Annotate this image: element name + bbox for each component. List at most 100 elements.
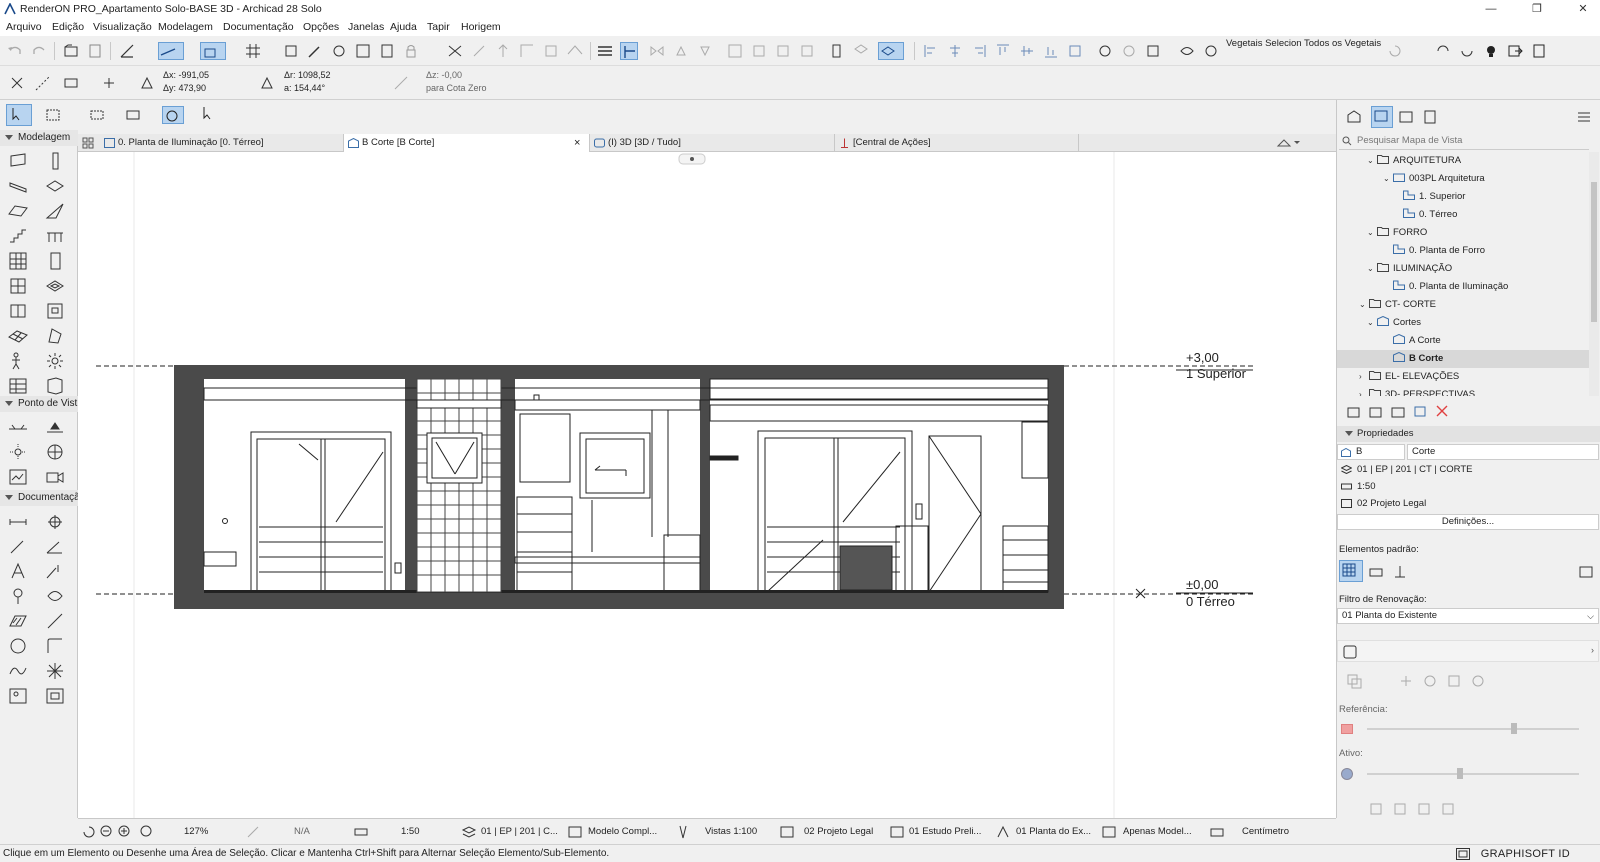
fill-tool-icon[interactable] <box>7 610 29 632</box>
bulb-icon[interactable] <box>1482 42 1500 60</box>
display-order-icon[interactable] <box>798 42 816 60</box>
drawing-tool-icon[interactable] <box>44 685 66 707</box>
chevron-icon[interactable]: ⌄ <box>1359 296 1369 314</box>
bottom-action-4-icon[interactable] <box>1439 800 1457 818</box>
unit-icon[interactable] <box>1208 823 1226 841</box>
dimension-tool-icon[interactable] <box>7 510 29 532</box>
lock-icon[interactable] <box>402 42 420 60</box>
clipboard-icon[interactable] <box>378 42 396 60</box>
layer-combination-row[interactable]: 01 | EP | 201 | CT | CORTE <box>1339 462 1599 478</box>
interior-elevation-tool-icon[interactable] <box>7 441 29 463</box>
todos-vegetais-button[interactable]: Todos os Vegetais <box>1304 38 1381 49</box>
adjust-icon[interactable] <box>494 42 512 60</box>
zero-level-reference[interactable]: para Cota Zero <box>426 83 487 93</box>
vegetais-selecionados-button[interactable]: Vegetais Selecion <box>1226 38 1302 49</box>
trace-icon[interactable] <box>282 42 300 60</box>
clone-view-icon[interactable] <box>1367 402 1385 420</box>
figure-image-tool-icon[interactable] <box>7 685 29 707</box>
grid-icon[interactable] <box>244 42 262 60</box>
tree-item[interactable]: › 3D- PERSPECTIVAS <box>1337 386 1589 396</box>
gravity-icon[interactable] <box>200 42 226 60</box>
close-button[interactable]: ✕ <box>1568 2 1598 16</box>
tree-item[interactable]: ⌄ CT- CORTE <box>1337 296 1589 314</box>
tree-scrollbar[interactable] <box>1589 152 1599 396</box>
suspend-group-icon[interactable] <box>774 42 792 60</box>
fill-icon[interactable] <box>596 42 614 60</box>
tree-item[interactable]: A Corte <box>1337 332 1589 350</box>
delta-r-icon[interactable] <box>258 74 276 92</box>
circle-tool-icon[interactable] <box>7 635 29 657</box>
layers-icon[interactable] <box>460 823 478 841</box>
orientation-icon[interactable] <box>244 823 262 841</box>
renovation-filter-select[interactable]: 01 Planta do Existente ⌵ <box>1337 608 1599 624</box>
toolbox-group-modelagem[interactable]: Modelagem <box>0 130 78 146</box>
pen-set-row[interactable]: 02 Projeto Legal <box>1339 496 1599 512</box>
bottom-action-3-icon[interactable] <box>1415 800 1433 818</box>
distribute-icon[interactable] <box>1066 42 1084 60</box>
explode-icon[interactable] <box>542 42 560 60</box>
object-tool-icon[interactable] <box>7 300 29 322</box>
chevron-icon[interactable]: ⌄ <box>1367 260 1377 278</box>
chevron-icon[interactable]: › <box>1359 386 1369 396</box>
beam-tool-icon[interactable] <box>7 175 29 197</box>
radial-dimension-tool-icon[interactable] <box>7 535 29 557</box>
tree-item[interactable]: B Corte <box>1337 350 1589 368</box>
menu-janelas[interactable]: Janelas <box>348 21 384 33</box>
align-right-icon[interactable] <box>970 42 988 60</box>
shape-option-icon[interactable] <box>1421 672 1439 690</box>
tree-item[interactable]: ⌄ FORRO <box>1337 224 1589 242</box>
sync-all-icon[interactable] <box>1458 42 1476 60</box>
pen-set-icon[interactable] <box>778 823 796 841</box>
reference-color-swatch[interactable] <box>1341 724 1353 734</box>
zoom-level[interactable]: 127% <box>184 826 208 837</box>
toolbox-group-documentacao[interactable]: Documentaçã <box>0 490 80 506</box>
spline-tool-icon[interactable] <box>7 660 29 682</box>
measure-icon[interactable] <box>118 42 136 60</box>
snap-guides-icon[interactable] <box>158 42 184 60</box>
chevron-icon[interactable]: ⌄ <box>1367 152 1377 170</box>
3d-navigation-icon[interactable] <box>878 42 904 60</box>
printer-element-icon[interactable] <box>1367 562 1385 580</box>
copy-option-icon[interactable] <box>1345 672 1363 690</box>
bottom-action-1-icon[interactable] <box>1367 800 1385 818</box>
renderon-material-icon[interactable] <box>1120 42 1138 60</box>
document-icon[interactable] <box>1530 42 1548 60</box>
structure-display-value[interactable]: Apenas Model... <box>1123 826 1192 837</box>
layer-combination-value[interactable]: 01 | EP | 201 | C... <box>481 826 558 837</box>
grid-element-icon[interactable] <box>1339 560 1363 582</box>
rotate-view-icon[interactable] <box>162 106 184 124</box>
save-view-icon[interactable] <box>1411 402 1429 420</box>
door-tool-icon[interactable] <box>44 250 66 272</box>
marquee-method-icon[interactable] <box>124 106 142 124</box>
window-icon[interactable] <box>1456 848 1470 860</box>
menu-opcoes[interactable]: Opções <box>303 21 339 33</box>
renderon-settings-icon[interactable] <box>1144 42 1162 60</box>
element-icon[interactable] <box>828 42 846 60</box>
wall-tool-icon[interactable] <box>7 150 29 172</box>
tree-item[interactable]: 1. Superior <box>1337 188 1589 206</box>
project-map-icon[interactable] <box>1345 108 1363 126</box>
menu-visualizacao[interactable]: Visualização <box>93 21 152 33</box>
zoom-previous-icon[interactable] <box>80 823 98 841</box>
tree-item[interactable]: › EL- ELEVAÇÕES <box>1337 368 1589 386</box>
figure-tool-icon[interactable] <box>7 350 29 372</box>
menu-documentacao[interactable]: Documentação <box>223 21 294 33</box>
corner-window-tool-icon[interactable] <box>44 375 66 397</box>
view-name-field[interactable]: Corte <box>1407 444 1599 460</box>
tree-item[interactable]: ⌄ ARQUITETURA <box>1337 152 1589 170</box>
delete-icon[interactable] <box>1433 402 1451 420</box>
panel-menu-icon[interactable] <box>1575 108 1593 126</box>
split-icon[interactable] <box>470 42 488 60</box>
pen-icon[interactable] <box>674 823 692 841</box>
tab-central-acoes[interactable]: [Central de Ações] <box>835 134 1079 152</box>
view-id-field[interactable]: B <box>1337 444 1405 460</box>
model-view-icon[interactable] <box>566 823 584 841</box>
section-drawing[interactable]: +3,00 1 Superior ±0,00 0 Térreo <box>78 152 1336 818</box>
label-tool-icon[interactable] <box>44 560 66 582</box>
tab-options-icon[interactable] <box>1276 136 1300 150</box>
transfer-option-icon[interactable] <box>1445 672 1463 690</box>
hotspot-tool-icon[interactable] <box>44 660 66 682</box>
save-icon[interactable] <box>86 42 104 60</box>
undo-icon[interactable] <box>6 42 24 60</box>
structure-display-icon[interactable] <box>1100 823 1118 841</box>
